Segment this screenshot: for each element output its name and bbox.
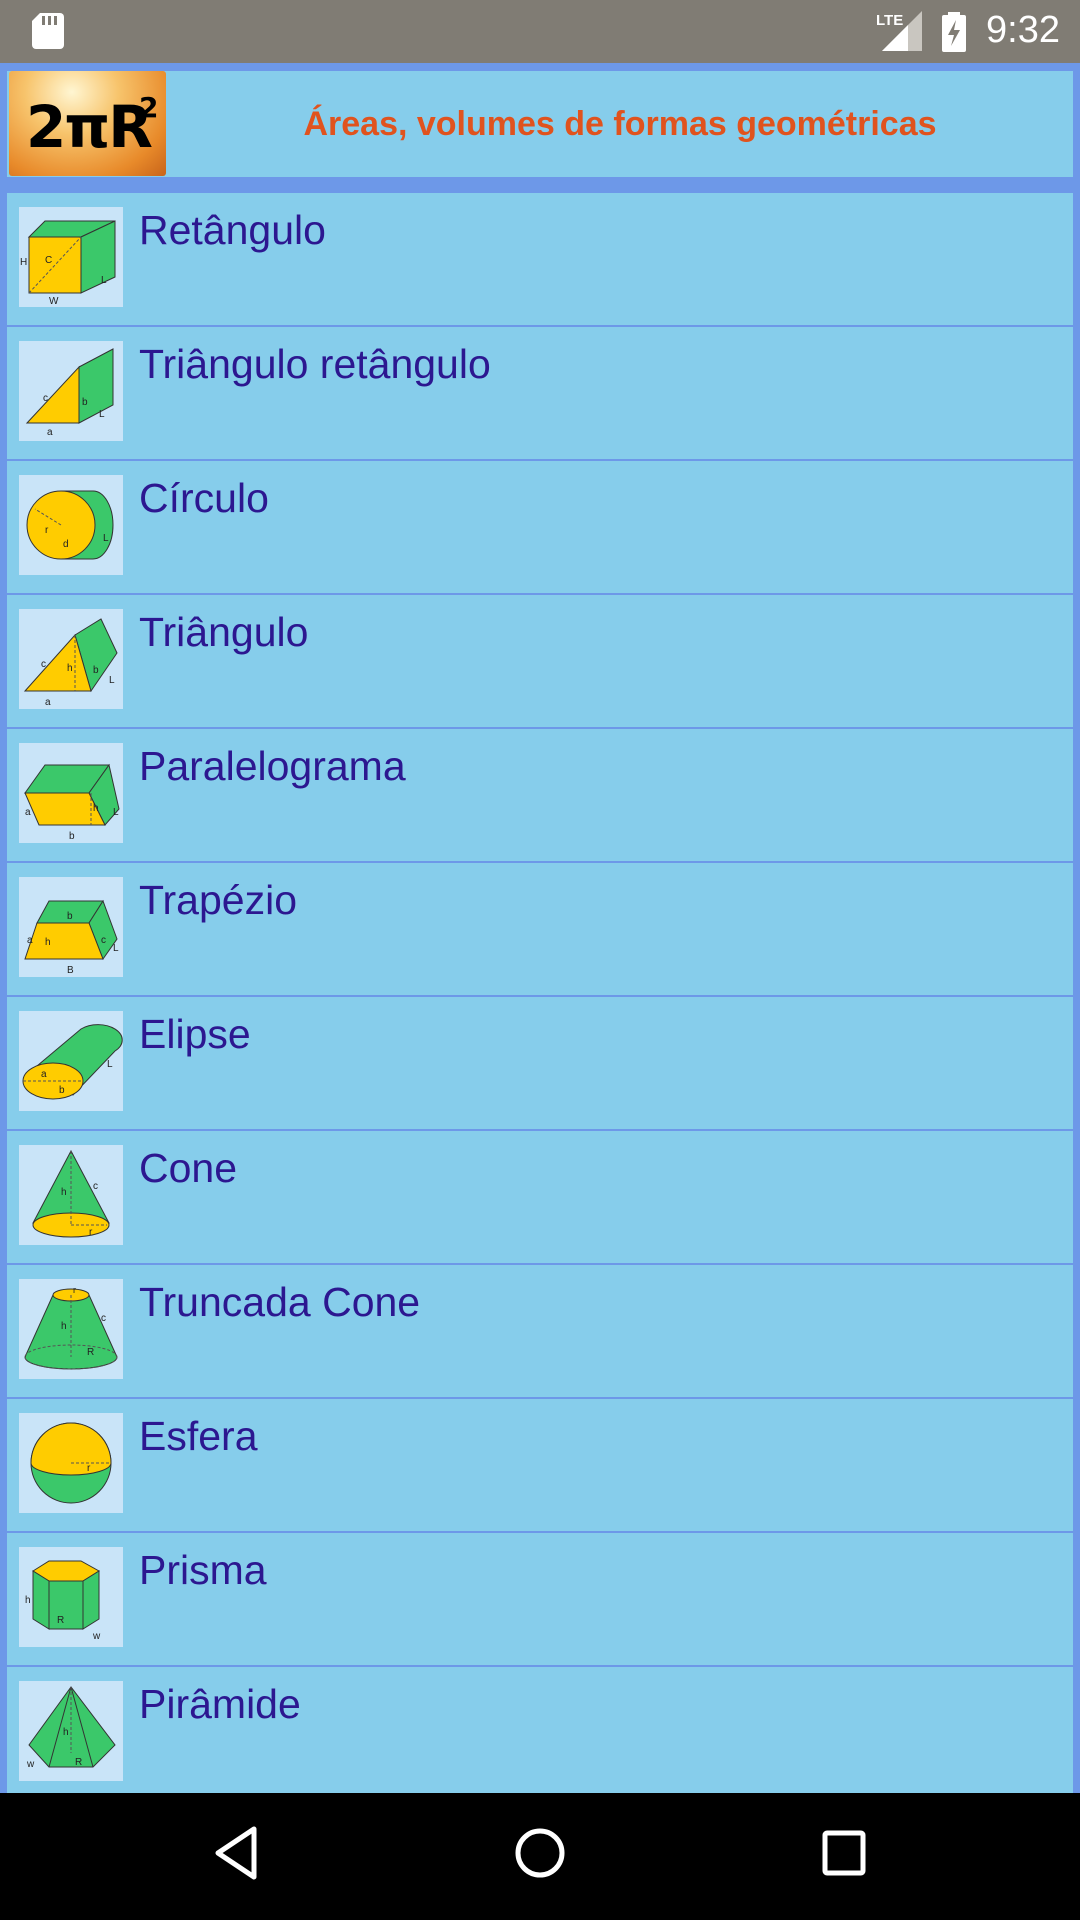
screen: LTE 9:32 2πR 2 Áreas, volumes de formas … xyxy=(0,0,1080,1920)
svg-text:C: C xyxy=(45,255,52,266)
lte-signal-icon: LTE xyxy=(876,11,922,56)
svg-text:r: r xyxy=(73,1285,76,1295)
svg-text:c: c xyxy=(43,393,48,404)
item-label: Círculo xyxy=(139,475,269,521)
logo-text: 2πR xyxy=(26,93,153,161)
svg-text:c: c xyxy=(93,1181,98,1192)
svg-text:h: h xyxy=(67,663,73,674)
svg-text:W: W xyxy=(49,296,59,307)
list-item-esfera[interactable]: r Esfera xyxy=(7,1399,1073,1531)
item-label: Elipse xyxy=(139,1011,251,1057)
sphere-icon: r xyxy=(19,1413,123,1513)
svg-text:w: w xyxy=(92,1631,101,1642)
svg-text:L: L xyxy=(103,533,109,544)
recents-icon[interactable] xyxy=(820,1823,868,1888)
svg-text:b: b xyxy=(67,911,73,922)
item-label: Trapézio xyxy=(139,877,297,923)
svg-text:h: h xyxy=(45,937,51,948)
svg-text:L: L xyxy=(99,409,105,420)
svg-text:a: a xyxy=(27,935,33,946)
item-label: Retângulo xyxy=(139,207,326,253)
svg-text:h: h xyxy=(63,1727,69,1738)
svg-text:b: b xyxy=(59,1085,65,1096)
svg-text:h: h xyxy=(93,803,99,814)
svg-text:b: b xyxy=(82,397,88,408)
svg-text:R: R xyxy=(75,1757,82,1768)
pyramid-icon: h R w xyxy=(19,1681,123,1781)
cone-icon: h c r xyxy=(19,1145,123,1245)
svg-text:a: a xyxy=(25,807,31,818)
battery-charging-icon xyxy=(940,12,968,57)
triangle-prism-icon: c h b a L xyxy=(19,609,123,709)
page-title: Áreas, volumes de formas geométricas xyxy=(303,105,937,143)
svg-text:B: B xyxy=(67,965,74,976)
list-item-triangulo[interactable]: c h b a L Triângulo xyxy=(7,595,1073,727)
logo-superscript: 2 xyxy=(139,91,159,124)
svg-text:a: a xyxy=(47,427,53,438)
list-item-triangulo-retangulo[interactable]: c b a L Triângulo retângulo xyxy=(7,327,1073,459)
list-item-retangulo[interactable]: C H W L Retângulo xyxy=(7,193,1073,325)
svg-text:d: d xyxy=(63,539,69,550)
item-label: Triângulo xyxy=(139,609,309,655)
item-label: Esfera xyxy=(139,1413,258,1459)
svg-text:c: c xyxy=(101,1313,106,1324)
hexagonal-prism-icon: h R w xyxy=(19,1547,123,1647)
svg-text:R: R xyxy=(57,1615,64,1626)
status-bar: LTE 9:32 xyxy=(0,0,1080,63)
list-item-cone[interactable]: h c r Cone xyxy=(7,1131,1073,1263)
svg-text:R: R xyxy=(87,1347,94,1358)
item-label: Cone xyxy=(139,1145,238,1191)
app-header: 2πR 2 Áreas, volumes de formas geométric… xyxy=(7,71,1073,177)
home-icon[interactable] xyxy=(514,1823,566,1888)
elliptic-cylinder-icon: a b L xyxy=(19,1011,123,1111)
app-content: 2πR 2 Áreas, volumes de formas geométric… xyxy=(0,63,1080,1799)
trapezoid-prism-icon: b a h c B L xyxy=(19,877,123,977)
item-label: Paralelograma xyxy=(139,743,406,789)
svg-text:H: H xyxy=(20,257,27,268)
status-time: 9:32 xyxy=(986,9,1060,51)
item-label: Truncada Cone xyxy=(139,1279,421,1325)
list-item-elipse[interactable]: a b L Elipse xyxy=(7,997,1073,1129)
svg-text:L: L xyxy=(113,807,119,818)
svg-text:w: w xyxy=(26,1759,35,1770)
svg-text:L: L xyxy=(107,1059,113,1070)
item-label: Prisma xyxy=(139,1547,267,1593)
shape-list: C H W L Retângulo c b a L Triângulo retâ… xyxy=(7,193,1073,1801)
network-label: LTE xyxy=(876,12,903,29)
list-item-trapezio[interactable]: b a h c B L Trapézio xyxy=(7,863,1073,995)
back-icon[interactable] xyxy=(212,1823,260,1888)
svg-text:L: L xyxy=(113,943,119,954)
navigation-bar xyxy=(0,1793,1080,1920)
right-triangle-prism-icon: c b a L xyxy=(19,341,123,441)
svg-text:h: h xyxy=(25,1595,31,1606)
item-label: Triângulo retângulo xyxy=(139,341,491,387)
svg-text:L: L xyxy=(109,675,115,686)
list-item-circulo[interactable]: r d L Círculo xyxy=(7,461,1073,593)
svg-text:c: c xyxy=(101,935,106,946)
parallelogram-prism-icon: a h b L xyxy=(19,743,123,843)
list-item-piramide[interactable]: h R w Pirâmide xyxy=(7,1667,1073,1799)
sd-card-icon xyxy=(32,13,64,54)
svg-text:b: b xyxy=(93,665,99,676)
rectangle-prism-icon: C H W L xyxy=(19,207,123,307)
svg-text:a: a xyxy=(41,1069,47,1080)
svg-text:a: a xyxy=(45,697,51,708)
list-item-paralelograma[interactable]: a h b L Paralelograma xyxy=(7,729,1073,861)
item-label: Pirâmide xyxy=(139,1681,301,1727)
list-item-prisma[interactable]: h R w Prisma xyxy=(7,1533,1073,1665)
svg-text:c: c xyxy=(41,659,46,670)
cylinder-icon: r d L xyxy=(19,475,123,575)
list-item-truncada-cone[interactable]: r h c R Truncada Cone xyxy=(7,1265,1073,1397)
app-logo: 2πR 2 xyxy=(9,71,166,176)
svg-text:h: h xyxy=(61,1187,67,1198)
svg-text:h: h xyxy=(61,1321,67,1332)
truncated-cone-icon: r h c R xyxy=(19,1279,123,1379)
svg-text:L: L xyxy=(101,275,107,286)
svg-text:b: b xyxy=(69,831,75,842)
